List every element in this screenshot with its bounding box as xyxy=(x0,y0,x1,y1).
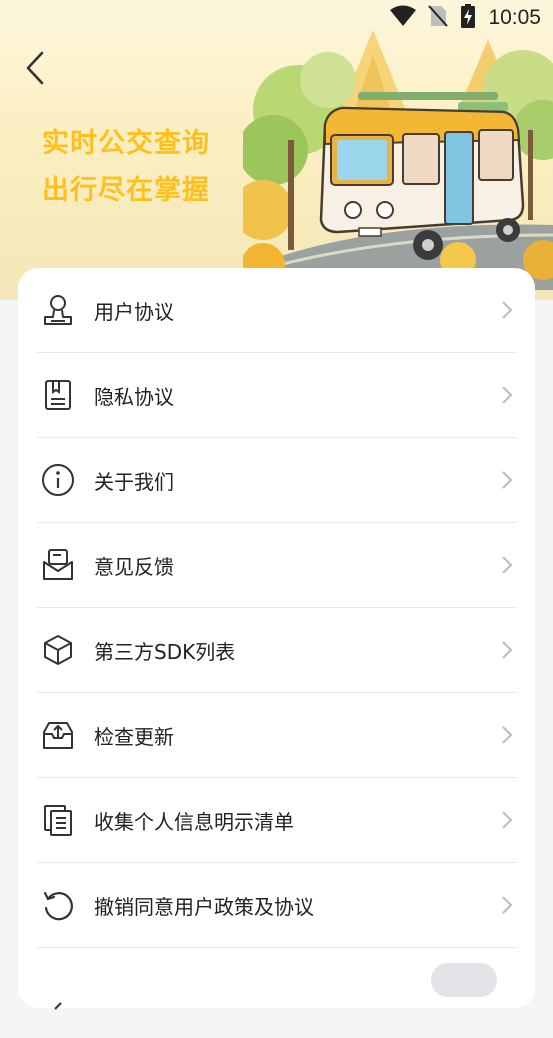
slogan-line-1: 实时公交查询 xyxy=(42,128,210,159)
document-list-icon xyxy=(38,800,78,840)
privacy-agreement-icon xyxy=(38,375,78,415)
header-banner: 10:05 实时公交查询 出行尽在掌握 xyxy=(0,0,553,300)
chevron-right-icon xyxy=(497,893,517,917)
menu-item-label: 意见反馈 xyxy=(94,554,174,579)
chevron-right-icon xyxy=(497,383,517,407)
menu-item-label: 用户协议 xyxy=(94,299,174,324)
chevron-right-icon xyxy=(497,553,517,577)
chevron-right-icon xyxy=(497,638,517,662)
update-icon xyxy=(38,715,78,755)
bus-illustration xyxy=(243,30,553,290)
menu-item-third-party-sdk[interactable]: 第三方SDK列表 xyxy=(36,608,517,693)
slogan-line-2: 出行尽在掌握 xyxy=(42,175,210,206)
partial-row-icon xyxy=(38,976,78,1016)
info-icon xyxy=(38,460,78,500)
menu-item-user-agreement[interactable]: 用户协议 xyxy=(36,268,517,353)
menu-item-check-update[interactable]: 检查更新 xyxy=(36,693,517,778)
menu-item-about-us[interactable]: 关于我们 xyxy=(36,438,517,523)
chevron-right-icon xyxy=(497,808,517,832)
chevron-left-icon xyxy=(26,51,44,85)
menu-item-privacy-agreement[interactable]: 隐私协议 xyxy=(36,353,517,438)
menu-item-label: 第三方SDK列表 xyxy=(94,639,236,664)
toggle-switch[interactable] xyxy=(431,963,497,997)
user-agreement-icon xyxy=(38,290,78,330)
chevron-right-icon xyxy=(497,723,517,747)
chevron-right-icon xyxy=(497,298,517,322)
menu-item-personal-info-list[interactable]: 收集个人信息明示清单 xyxy=(36,778,517,863)
menu-item-partial[interactable] xyxy=(36,953,517,1038)
menu-item-feedback[interactable]: 意见反馈 xyxy=(36,523,517,608)
back-button[interactable] xyxy=(20,48,50,88)
menu-item-revoke-consent[interactable]: 撤销同意用户政策及协议 xyxy=(36,863,517,948)
sdk-cube-icon xyxy=(38,630,78,670)
chevron-right-icon xyxy=(497,468,517,492)
menu-item-label: 收集个人信息明示清单 xyxy=(94,809,294,834)
feedback-icon xyxy=(38,545,78,585)
menu-item-label: 隐私协议 xyxy=(94,384,174,409)
revoke-icon xyxy=(38,885,78,925)
menu-item-label: 关于我们 xyxy=(94,469,174,494)
menu-item-label: 撤销同意用户政策及协议 xyxy=(94,894,314,919)
menu-item-label: 检查更新 xyxy=(94,724,174,749)
settings-card: 用户协议 隐私协议 关于我们 意见反馈 第三方SDK列表 检查更新 收集个人信息… xyxy=(18,268,535,1010)
